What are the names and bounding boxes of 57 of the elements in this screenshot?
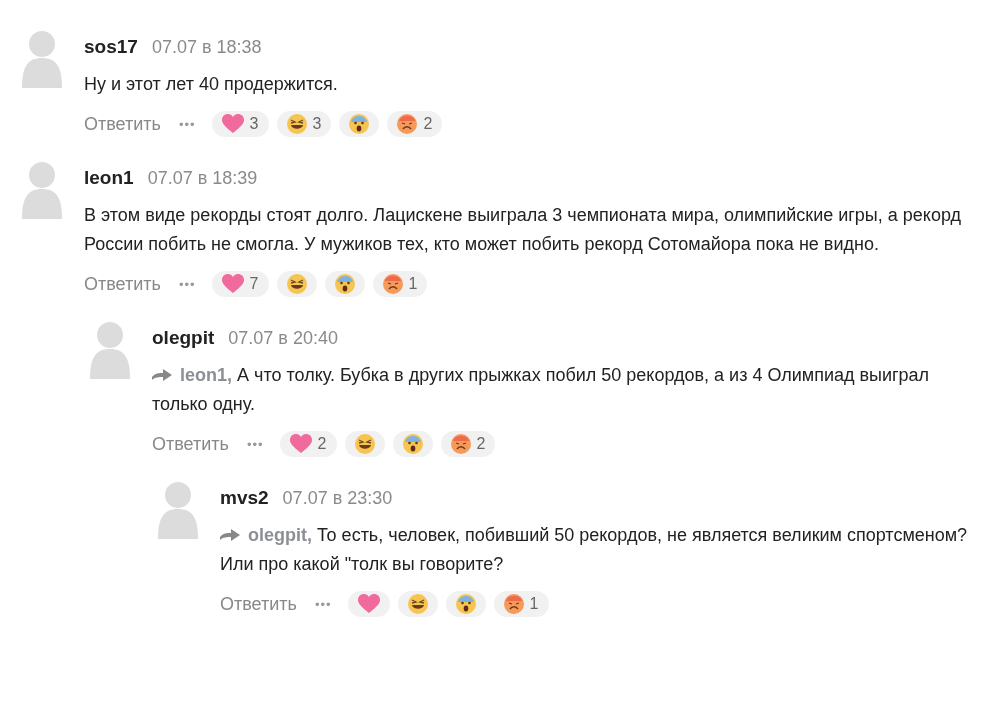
reply-link[interactable]: Ответить	[220, 593, 297, 615]
reaction-button[interactable]: 2	[279, 431, 337, 457]
reaction-button[interactable]: 7	[211, 271, 269, 297]
comment-author[interactable]: mvs2	[220, 487, 269, 509]
reply-arrow-icon	[152, 368, 172, 382]
reaction-button[interactable]	[276, 271, 317, 297]
comment-time: 07.07 в 20:40	[228, 328, 338, 349]
comment-author[interactable]: olegpit	[152, 327, 215, 349]
comment-author[interactable]: leon1	[84, 167, 134, 189]
more-button[interactable]: •••	[246, 436, 264, 452]
reaction-button[interactable]	[445, 591, 486, 617]
reaction-button[interactable]	[397, 591, 438, 617]
reaction-button[interactable]	[392, 431, 433, 457]
laughing-face-icon	[354, 434, 375, 454]
reaction-button[interactable]: 3	[211, 111, 269, 137]
reaction-button[interactable]	[344, 431, 385, 457]
angry-face-icon	[450, 434, 471, 454]
avatar-silhouette-icon	[158, 481, 198, 539]
more-button[interactable]: •••	[178, 116, 196, 132]
avatar-silhouette-icon	[90, 321, 130, 379]
reaction-button[interactable]: 2	[387, 111, 443, 137]
angry-face-icon	[397, 114, 418, 134]
more-button[interactable]: •••	[314, 596, 332, 612]
shocked-face-icon	[349, 114, 370, 134]
reaction-button[interactable]: 1	[372, 271, 428, 297]
comment-text: leon1, А что толку. Бубка в других прыжках побил 50 рекордов, а из 4 Олимпиад выиграл только одну.	[152, 364, 931, 416]
comment-author[interactable]: sos17	[84, 36, 138, 58]
comment-time: 07.07 в 23:30	[282, 488, 393, 509]
comment-text: Ну и этот лет 40 продержится.	[84, 73, 339, 96]
comment-time: 07.07 в 18:38	[151, 37, 262, 58]
reaction-button[interactable]	[339, 111, 380, 137]
reaction-button[interactable]: 1	[493, 591, 549, 617]
comment-text: olegpit, То есть, человек, побивший 50 рекордов, не является великим спортсменом? Или про какой "толк вы говорите?	[220, 524, 969, 576]
comment-time: 07.07 в 18:39	[147, 168, 258, 189]
reaction-button[interactable]	[324, 271, 365, 297]
heart-icon	[221, 114, 244, 134]
laughing-face-icon	[286, 114, 307, 134]
shocked-face-icon	[455, 594, 476, 614]
more-button[interactable]: •••	[178, 276, 196, 292]
heart-icon	[221, 274, 244, 294]
avatar-silhouette-icon	[22, 161, 62, 219]
shocked-face-icon	[402, 434, 423, 454]
reaction-button[interactable]: 3	[276, 111, 332, 137]
laughing-face-icon	[286, 274, 307, 294]
reply-link[interactable]: Ответить	[84, 113, 161, 135]
avatar-silhouette-icon	[22, 30, 62, 88]
laughing-face-icon	[407, 594, 428, 614]
comment-text: В этом виде рекорды стоят долго. Лацискене выиграла 3 чемпионата мира, олимпийские игры, а рекорд России побить не смогла. У мужиков тех, кто может побить рекорд Сотомайора пока не видно.	[84, 204, 963, 256]
reaction-button[interactable]: 2	[440, 431, 496, 457]
heart-icon	[289, 434, 312, 454]
shocked-face-icon	[334, 274, 355, 294]
angry-face-icon	[382, 274, 403, 294]
heart-icon	[357, 594, 380, 614]
angry-face-icon	[503, 594, 524, 614]
reply-arrow-icon	[220, 528, 240, 542]
reply-link[interactable]: Ответить	[152, 433, 229, 455]
reply-link[interactable]: Ответить	[84, 273, 161, 295]
